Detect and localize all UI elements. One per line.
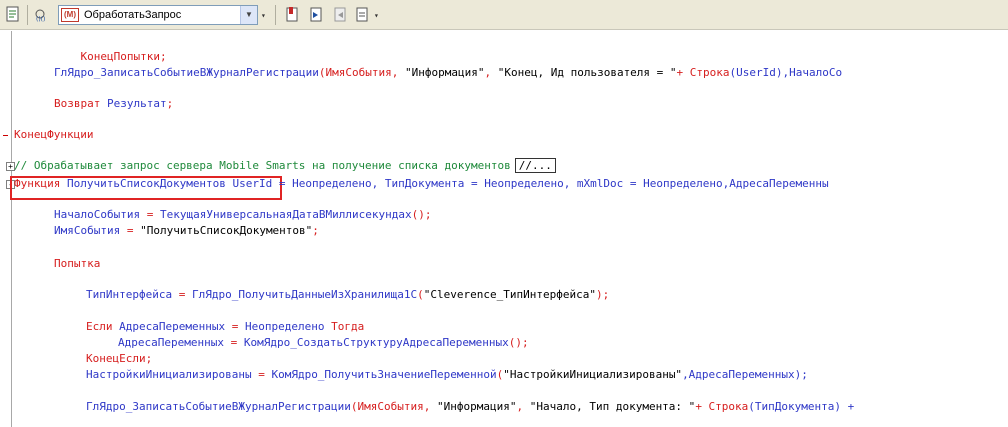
code-line: Функция ПолучитьСписокДокументов UserId … [14, 177, 829, 190]
editor-gutter [11, 31, 12, 427]
code-line: КонецЕсли; [86, 352, 153, 365]
svg-text:()(): ()() [36, 16, 45, 22]
code-line: ИмяСобытия = "ПолучитьСписокДокументов"; [54, 224, 319, 237]
code-line: ГлЯдро_ЗаписатьСобытиеВЖурналРегистрации… [54, 66, 843, 79]
collapsed-region[interactable]: //... [514, 158, 556, 173]
code-line: Если АдресаПеременных = Неопределено Тог… [86, 320, 365, 333]
code-line: // Обрабатывает запрос сервера Mobile Sm… [14, 158, 556, 174]
dropdown-arrow-icon[interactable]: ▾ [261, 11, 266, 20]
block-end-marker [3, 135, 8, 136]
code-line: КонецПопытки; [80, 50, 167, 63]
clear-bookmarks-icon[interactable] [354, 6, 370, 22]
next-bookmark-icon[interactable] [308, 6, 324, 22]
toolbar-separator [27, 5, 28, 25]
chevron-down-icon[interactable]: ▼ [240, 6, 257, 24]
dropdown-arrow-icon[interactable]: ▾ [374, 11, 379, 20]
procedure-select-value: ОбработатьЗапрос [84, 9, 182, 21]
code-editor[interactable]: КонецПопытки; ГлЯдро_ЗаписатьСобытиеВЖур… [0, 31, 1008, 427]
code-line: Попытка [54, 257, 101, 270]
previous-bookmark-icon[interactable] [332, 6, 348, 22]
code-line: КонецФункции [14, 128, 94, 141]
code-line: АдресаПеременных = КомЯдро_СоздатьСтрукт… [118, 336, 529, 349]
code-line: НастройкиИнициализированы = КомЯдро_Полу… [86, 368, 808, 381]
code-line: ГлЯдро_ЗаписатьСобытиеВЖурналРегистрации… [86, 400, 855, 413]
module-structure-icon[interactable] [5, 6, 21, 22]
toolbar-separator [275, 5, 276, 25]
add-bookmark-icon[interactable] [284, 6, 300, 22]
procedures-list-icon[interactable]: ()() [34, 6, 50, 22]
code-line: НачалоСобытия = ТекущаяУниверсальнаяДата… [54, 208, 432, 221]
code-line: Возврат Результат; [54, 97, 174, 110]
function-icon: (M) [61, 8, 79, 22]
procedure-select[interactable]: (M) ОбработатьЗапрос ▼ [58, 5, 258, 25]
function-name: ПолучитьСписокДокументов [66, 177, 226, 190]
toolbar: ()() (M) ОбработатьЗапрос ▼ ▾ ▾ [0, 0, 1008, 30]
code-line: ТипИнтерфейса = ГлЯдро_ПолучитьДанныеИзХ… [86, 288, 610, 301]
